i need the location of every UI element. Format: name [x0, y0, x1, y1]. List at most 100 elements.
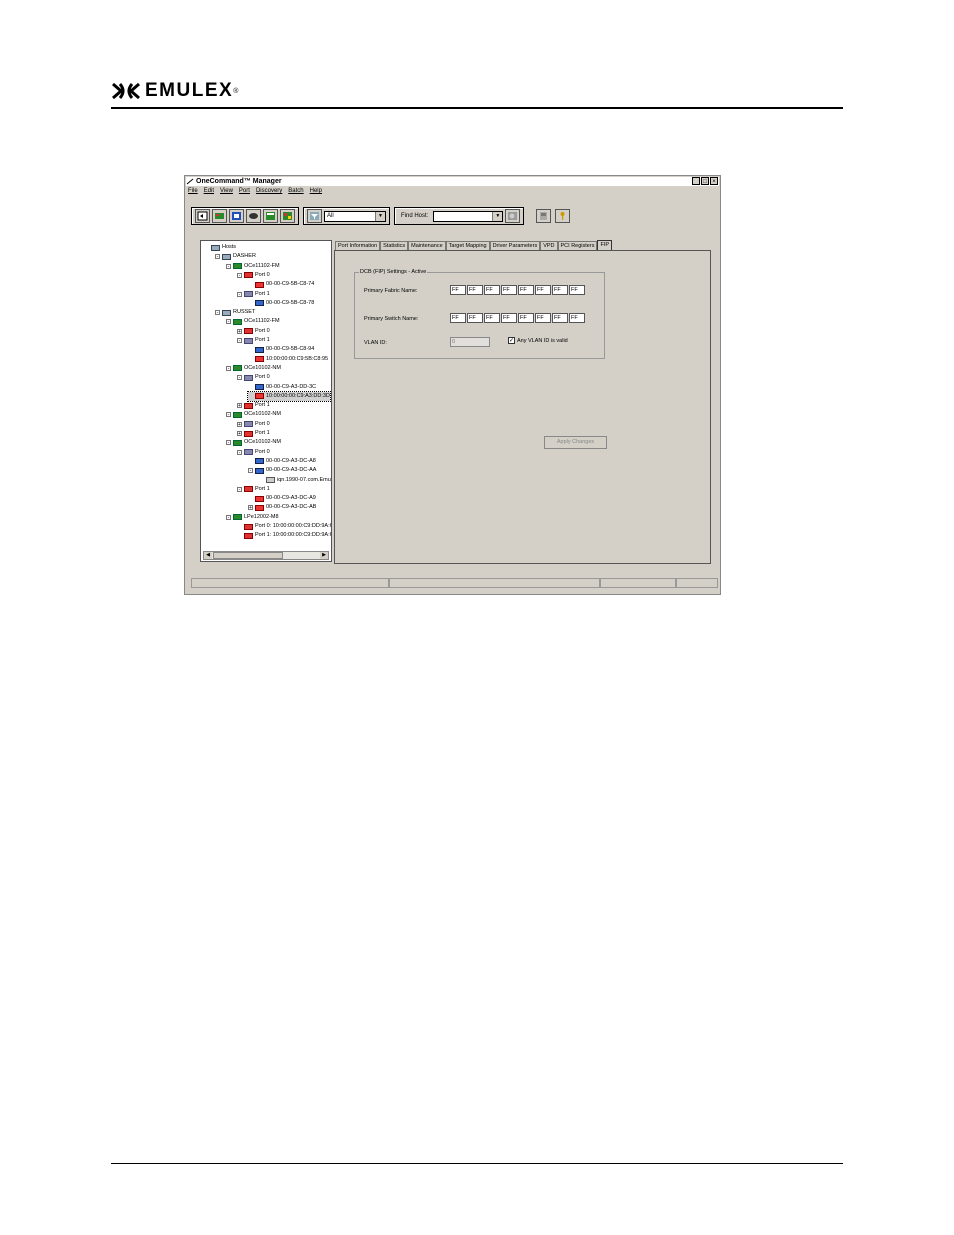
tree-node[interactable]: - OCe11102-FM — [226, 262, 280, 271]
tree-node[interactable]: - DASHER — [215, 252, 256, 261]
fabric-octet-field[interactable]: FF — [518, 285, 534, 295]
tree-node[interactable]: 10:00:00:00:C9:5B:C8:95 — [248, 355, 328, 364]
tree-node[interactable]: - Port 0 — [237, 448, 270, 457]
expand-icon[interactable]: + — [237, 431, 242, 437]
tree-node[interactable]: 00-00-C9-5B-C8-74 — [248, 280, 314, 289]
switch-octet-field[interactable]: FF — [467, 313, 483, 323]
help-button[interactable] — [555, 209, 571, 223]
apply-changes-button[interactable]: Apply Changes — [544, 436, 607, 449]
tree-node[interactable]: - OCe10102-NM — [226, 438, 281, 447]
collapse-icon[interactable]: - — [226, 319, 231, 325]
tree-node[interactable]: - Port 0 — [237, 271, 270, 280]
host-view-button[interactable] — [212, 209, 227, 223]
switch-octet-field[interactable]: FF — [484, 313, 500, 323]
fabric-octet-field[interactable]: FF — [467, 285, 483, 295]
switch-octet-field[interactable]: FF — [501, 313, 517, 323]
expand-icon[interactable]: + — [248, 505, 253, 511]
tab-port-information[interactable]: Port Information — [335, 241, 381, 250]
menu-edit[interactable]: Edit — [204, 188, 214, 194]
tree-node[interactable]: 00-00-C9-A3-DC-A8 — [248, 457, 316, 466]
tree-node[interactable]: Port 1: 10:00:00:00:C9:DD:9A:6D — [237, 531, 331, 540]
menu-view[interactable]: View — [220, 188, 233, 194]
tree-node[interactable]: - Port 0 — [237, 373, 270, 382]
switch-octet-field[interactable]: FF — [518, 313, 534, 323]
collapse-icon[interactable]: - — [226, 412, 231, 418]
tree-node[interactable]: - OCe10102-NM — [226, 410, 281, 419]
collapse-icon[interactable]: - — [226, 263, 231, 269]
fabric-octet-field[interactable]: FF — [569, 285, 585, 295]
tree-node[interactable]: iqn.1990-07.com.Emulex — [259, 476, 331, 485]
scroll-left-icon[interactable]: ◀ — [204, 552, 212, 559]
maximize-button[interactable]: □ — [701, 177, 709, 185]
collapse-icon[interactable]: - — [237, 272, 242, 278]
tab-driver-parameters[interactable]: Driver Parameters — [489, 241, 541, 250]
fabric-octet-field[interactable]: FF — [484, 285, 500, 295]
collapse-icon[interactable]: - — [226, 440, 231, 446]
tree-node[interactable]: - RUSSET — [215, 308, 255, 317]
collapse-icon[interactable]: - — [237, 486, 242, 492]
scroll-right-icon[interactable]: ▶ — [320, 552, 328, 559]
tab-statistics[interactable]: Statistics — [380, 241, 409, 250]
any-vlan-checkbox[interactable]: ✓ Any VLAN ID is valid — [508, 337, 568, 344]
tree-node[interactable]: - Port 1 — [237, 485, 270, 494]
tree-node[interactable]: + Port 0 — [237, 327, 270, 336]
all-hosts-button[interactable] — [280, 209, 295, 223]
collapse-icon[interactable]: - — [215, 254, 220, 260]
find-host-button[interactable] — [505, 209, 521, 223]
menu-help[interactable]: Help — [310, 188, 322, 194]
minimize-button[interactable]: _ — [692, 177, 700, 185]
collapse-icon[interactable]: - — [248, 468, 253, 474]
switch-octet-field[interactable]: FF — [535, 313, 551, 323]
menu-batch[interactable]: Batch — [288, 188, 303, 194]
expand-icon[interactable]: + — [237, 403, 242, 409]
fabric-octet-field[interactable]: FF — [535, 285, 551, 295]
batch-button[interactable] — [536, 209, 552, 223]
tree-node[interactable]: 00-00-C9-A3-DD-3C — [248, 383, 316, 392]
tree-node[interactable]: Hosts — [204, 243, 236, 252]
menu-file[interactable]: File — [188, 188, 198, 194]
filter-button[interactable] — [307, 209, 322, 223]
refresh-button[interactable] — [195, 209, 210, 223]
tree-node[interactable]: 00-00-C9-5B-C8-78 — [248, 299, 314, 308]
switch-octet-field[interactable]: FF — [552, 313, 568, 323]
collapse-icon[interactable]: - — [237, 375, 242, 381]
collapse-icon[interactable]: - — [215, 310, 220, 316]
tree-node[interactable]: + Port 1 — [237, 429, 270, 438]
tree-node[interactable]: + Port 1 — [237, 401, 270, 410]
tree-node[interactable]: + Port 0 — [237, 420, 270, 429]
fabric-octet-field[interactable]: FF — [552, 285, 568, 295]
tree-node[interactable]: 00-00-C9-5B-C8-94 — [248, 345, 314, 354]
tree-node[interactable]: - OCe11102-FM — [226, 317, 280, 326]
collapse-icon[interactable]: - — [226, 514, 231, 520]
collapse-icon[interactable]: - — [226, 365, 231, 371]
tree-node[interactable]: - OCe10102-NM — [226, 364, 281, 373]
vport-view-button[interactable] — [246, 209, 261, 223]
tab-fip[interactable]: FIP — [597, 240, 613, 250]
tree-node[interactable]: +00-00-C9-A3-DC-AB — [248, 503, 316, 512]
tree-node[interactable]: - LPe12002-M8 — [226, 513, 279, 522]
tab-target-mapping[interactable]: Target Mapping — [445, 241, 490, 250]
tab-maintenance[interactable]: Maintenance — [408, 241, 446, 250]
filter-select[interactable]: All ▼ — [324, 210, 386, 222]
tab-vpd[interactable]: VPD — [540, 241, 558, 250]
find-host-select[interactable]: ▼ — [433, 210, 504, 222]
collapse-icon[interactable]: - — [237, 449, 242, 455]
tree-node[interactable]: - 00-00-C9-A3-DC-AA — [248, 466, 316, 475]
tree-node[interactable]: Port 0: 10:00:00:00:C9:DD:9A:6C — [237, 522, 331, 531]
fabric-octet-field[interactable]: FF — [501, 285, 517, 295]
fabric-view-button[interactable] — [229, 209, 244, 223]
menu-discovery[interactable]: Discovery — [256, 188, 282, 194]
tab-pci-registers[interactable]: PCI Registers — [557, 241, 598, 250]
tree-node[interactable]: 10:00:00:00:C9:A3:DD:3D — [247, 390, 331, 402]
menu-port[interactable]: Port — [239, 188, 250, 194]
tree-node[interactable]: 00-00-C9-A3-DC-A9 — [248, 494, 316, 503]
expand-icon[interactable]: + — [237, 328, 242, 334]
collapse-icon[interactable]: - — [237, 291, 242, 297]
discovery-tree[interactable]: Hosts - DASHER - OCe11102-FM - Port 0 00-00-C9-… — [200, 240, 332, 562]
close-button[interactable]: × — [710, 177, 718, 185]
switch-octet-field[interactable]: FF — [450, 313, 466, 323]
tree-node[interactable]: - Port 1 — [237, 290, 270, 299]
switch-octet-field[interactable]: FF — [569, 313, 585, 323]
vlan-id-field[interactable]: 0 — [450, 337, 490, 347]
fabric-octet-field[interactable]: FF — [450, 285, 466, 295]
